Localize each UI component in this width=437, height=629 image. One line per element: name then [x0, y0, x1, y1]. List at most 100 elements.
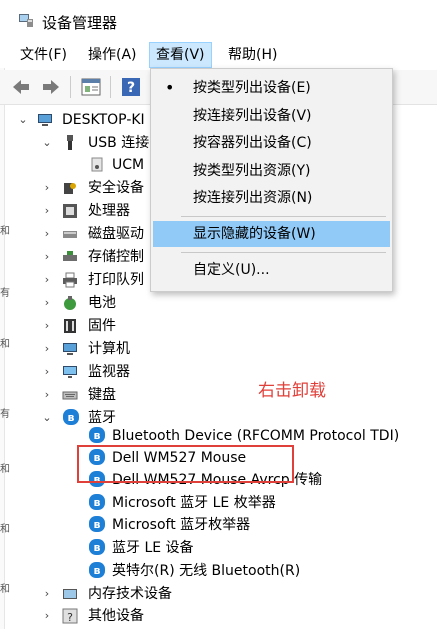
back-arrow-icon[interactable]	[10, 76, 32, 98]
storage-controller-icon	[63, 251, 77, 261]
category-label: 电池	[88, 295, 116, 311]
view-menu-label: 按连接列出设备(V)	[193, 108, 312, 124]
chevron-right-icon[interactable]: ›	[41, 384, 53, 406]
disk-drive-icon	[63, 231, 77, 238]
usb-child-label: UCM	[112, 157, 145, 173]
computer-icon	[63, 343, 77, 355]
chevron-right-icon[interactable]: ›	[41, 269, 53, 291]
firmware-icon	[64, 319, 76, 333]
chevron-right-icon[interactable]: ›	[41, 292, 53, 314]
check-bullet-icon: •	[165, 78, 175, 97]
view-menu-item[interactable]: 按类型列出资源(Y)	[153, 158, 390, 184]
chevron-right-icon[interactable]: ›	[41, 177, 53, 199]
annotation-text: 右击卸载	[258, 381, 326, 401]
view-menu-label: 按容器列出设备(C)	[193, 135, 312, 151]
printer-icon	[63, 272, 77, 288]
chevron-right-icon[interactable]: ›	[41, 223, 53, 245]
category-label: 处理器	[88, 203, 130, 219]
tree-usb-child[interactable]: UCM	[0, 154, 150, 176]
category-label: 其他设备	[88, 608, 144, 624]
bluetooth-icon: ʙ	[89, 494, 105, 510]
window-title: 设备管理器	[42, 14, 118, 32]
chevron-right-icon[interactable]: ›	[41, 315, 53, 337]
chevron-right-icon[interactable]: ›	[41, 200, 53, 222]
tree-category[interactable]: › 键盘	[0, 384, 150, 406]
menu-bar: 文件(F) 操作(A) 查看(V) 帮助(H)	[0, 42, 437, 68]
chevron-right-icon[interactable]: ›	[41, 583, 53, 605]
forward-arrow-icon[interactable]	[40, 76, 62, 98]
title-bar: 设备管理器	[0, 0, 437, 42]
view-menu-item[interactable]: • 按类型列出设备(E)	[153, 75, 390, 101]
bluetooth-icon: ʙ	[89, 427, 105, 443]
computer-icon	[38, 114, 52, 126]
tree-bluetooth-device[interactable]: ʙ Bluetooth Device (RFCOMM Protocol TDI)	[0, 425, 437, 447]
tree-category[interactable]: › 内存技术设备	[0, 583, 200, 605]
tree-category[interactable]: › 安全设备	[0, 177, 150, 199]
tree-category[interactable]: › 计算机	[0, 338, 150, 360]
device-label: 蓝牙 LE 设备	[112, 540, 194, 556]
view-menu-item[interactable]: 自定义(U)...	[153, 257, 390, 283]
category-label: 存储控制	[88, 249, 144, 265]
chevron-down-icon[interactable]: ⌄	[41, 132, 53, 154]
keyboard-icon	[62, 391, 78, 400]
security-key-icon	[64, 183, 76, 194]
tree-category[interactable]: › 处理器	[0, 200, 150, 222]
tree-category[interactable]: › 电池	[0, 292, 150, 314]
chevron-right-icon[interactable]: ›	[41, 361, 53, 383]
usb-plug-icon	[67, 135, 73, 150]
toolbar-divider	[70, 76, 71, 98]
unknown-device-icon: ?	[62, 608, 78, 624]
tree-bluetooth-device[interactable]: ʙ 蓝牙 LE 设备	[0, 537, 437, 559]
menu-action[interactable]: 操作(A)	[82, 42, 143, 68]
category-label: 打印队列	[88, 272, 144, 288]
bluetooth-icon: ʙ	[89, 539, 105, 555]
svg-text:?: ?	[67, 611, 73, 624]
device-label: Bluetooth Device (RFCOMM Protocol TDI)	[112, 428, 400, 444]
monitor-icon	[63, 366, 77, 378]
tree-category[interactable]: › ? 其他设备	[0, 605, 200, 627]
bluetooth-icon: ʙ	[89, 562, 105, 578]
view-menu-item[interactable]: 按连接列出资源(N)	[153, 185, 390, 211]
device-label: Microsoft 蓝牙 LE 枚举器	[112, 495, 276, 511]
category-label: 固件	[88, 318, 116, 334]
view-menu-item[interactable]: 按连接列出设备(V)	[153, 103, 390, 129]
device-label: Microsoft 蓝牙枚举器	[112, 517, 251, 533]
view-menu-item-highlighted[interactable]: 显示隐藏的设备(W)	[153, 221, 390, 247]
chevron-right-icon[interactable]: ›	[41, 605, 53, 627]
menu-file[interactable]: 文件(F)	[14, 42, 73, 68]
device-label: 英特尔(R) 无线 Bluetooth(R)	[112, 563, 301, 579]
menu-help[interactable]: 帮助(H)	[222, 42, 283, 68]
view-menu-label: 显示隐藏的设备(W)	[193, 226, 316, 242]
tree-category[interactable]: › 固件	[0, 315, 150, 337]
battery-icon	[64, 296, 76, 310]
menu-view[interactable]: 查看(V)	[149, 42, 212, 68]
category-label: 键盘	[88, 387, 116, 403]
view-menu-dropdown: • 按类型列出设备(E) 按连接列出设备(V) 按容器列出设备(C) 按类型列出…	[150, 68, 393, 292]
root-label: DESKTOP-KI	[62, 112, 145, 128]
usb-group-label: USB 连接	[88, 135, 150, 151]
tree-category[interactable]: › 磁盘驱动	[0, 223, 150, 245]
tree-root[interactable]: ⌄ DESKTOP-KI	[0, 109, 150, 131]
category-label: 内存技术设备	[88, 586, 172, 602]
annotation-highlight-box	[77, 445, 294, 483]
category-label: 安全设备	[88, 180, 144, 196]
properties-icon[interactable]	[80, 76, 102, 98]
help-icon[interactable]: ?	[120, 76, 142, 98]
bluetooth-icon: ʙ	[89, 516, 105, 532]
tree-bluetooth-device[interactable]: ʙ Microsoft 蓝牙枚举器	[0, 514, 437, 536]
chevron-right-icon[interactable]: ›	[41, 338, 53, 360]
tree-usb-group[interactable]: ⌄ USB 连接	[0, 132, 150, 154]
toolbar-divider	[110, 76, 111, 98]
chevron-down-icon[interactable]: ⌄	[17, 109, 29, 131]
view-menu-label: 按类型列出资源(Y)	[193, 163, 311, 179]
view-menu-item[interactable]: 按容器列出设备(C)	[153, 130, 390, 156]
tree-bluetooth-device[interactable]: ʙ Microsoft 蓝牙 LE 枚举器	[0, 492, 437, 514]
tree-bluetooth-device[interactable]: ʙ 英特尔(R) 无线 Bluetooth(R)	[0, 560, 437, 582]
tree-category[interactable]: › 打印队列	[0, 269, 150, 291]
bluetooth-icon: ʙ	[63, 409, 79, 425]
tree-category[interactable]: › 监视器	[0, 361, 150, 383]
chevron-right-icon[interactable]: ›	[41, 246, 53, 268]
memory-device-icon	[63, 589, 77, 599]
menu-separator	[181, 252, 386, 253]
tree-category[interactable]: › 存储控制	[0, 246, 150, 268]
